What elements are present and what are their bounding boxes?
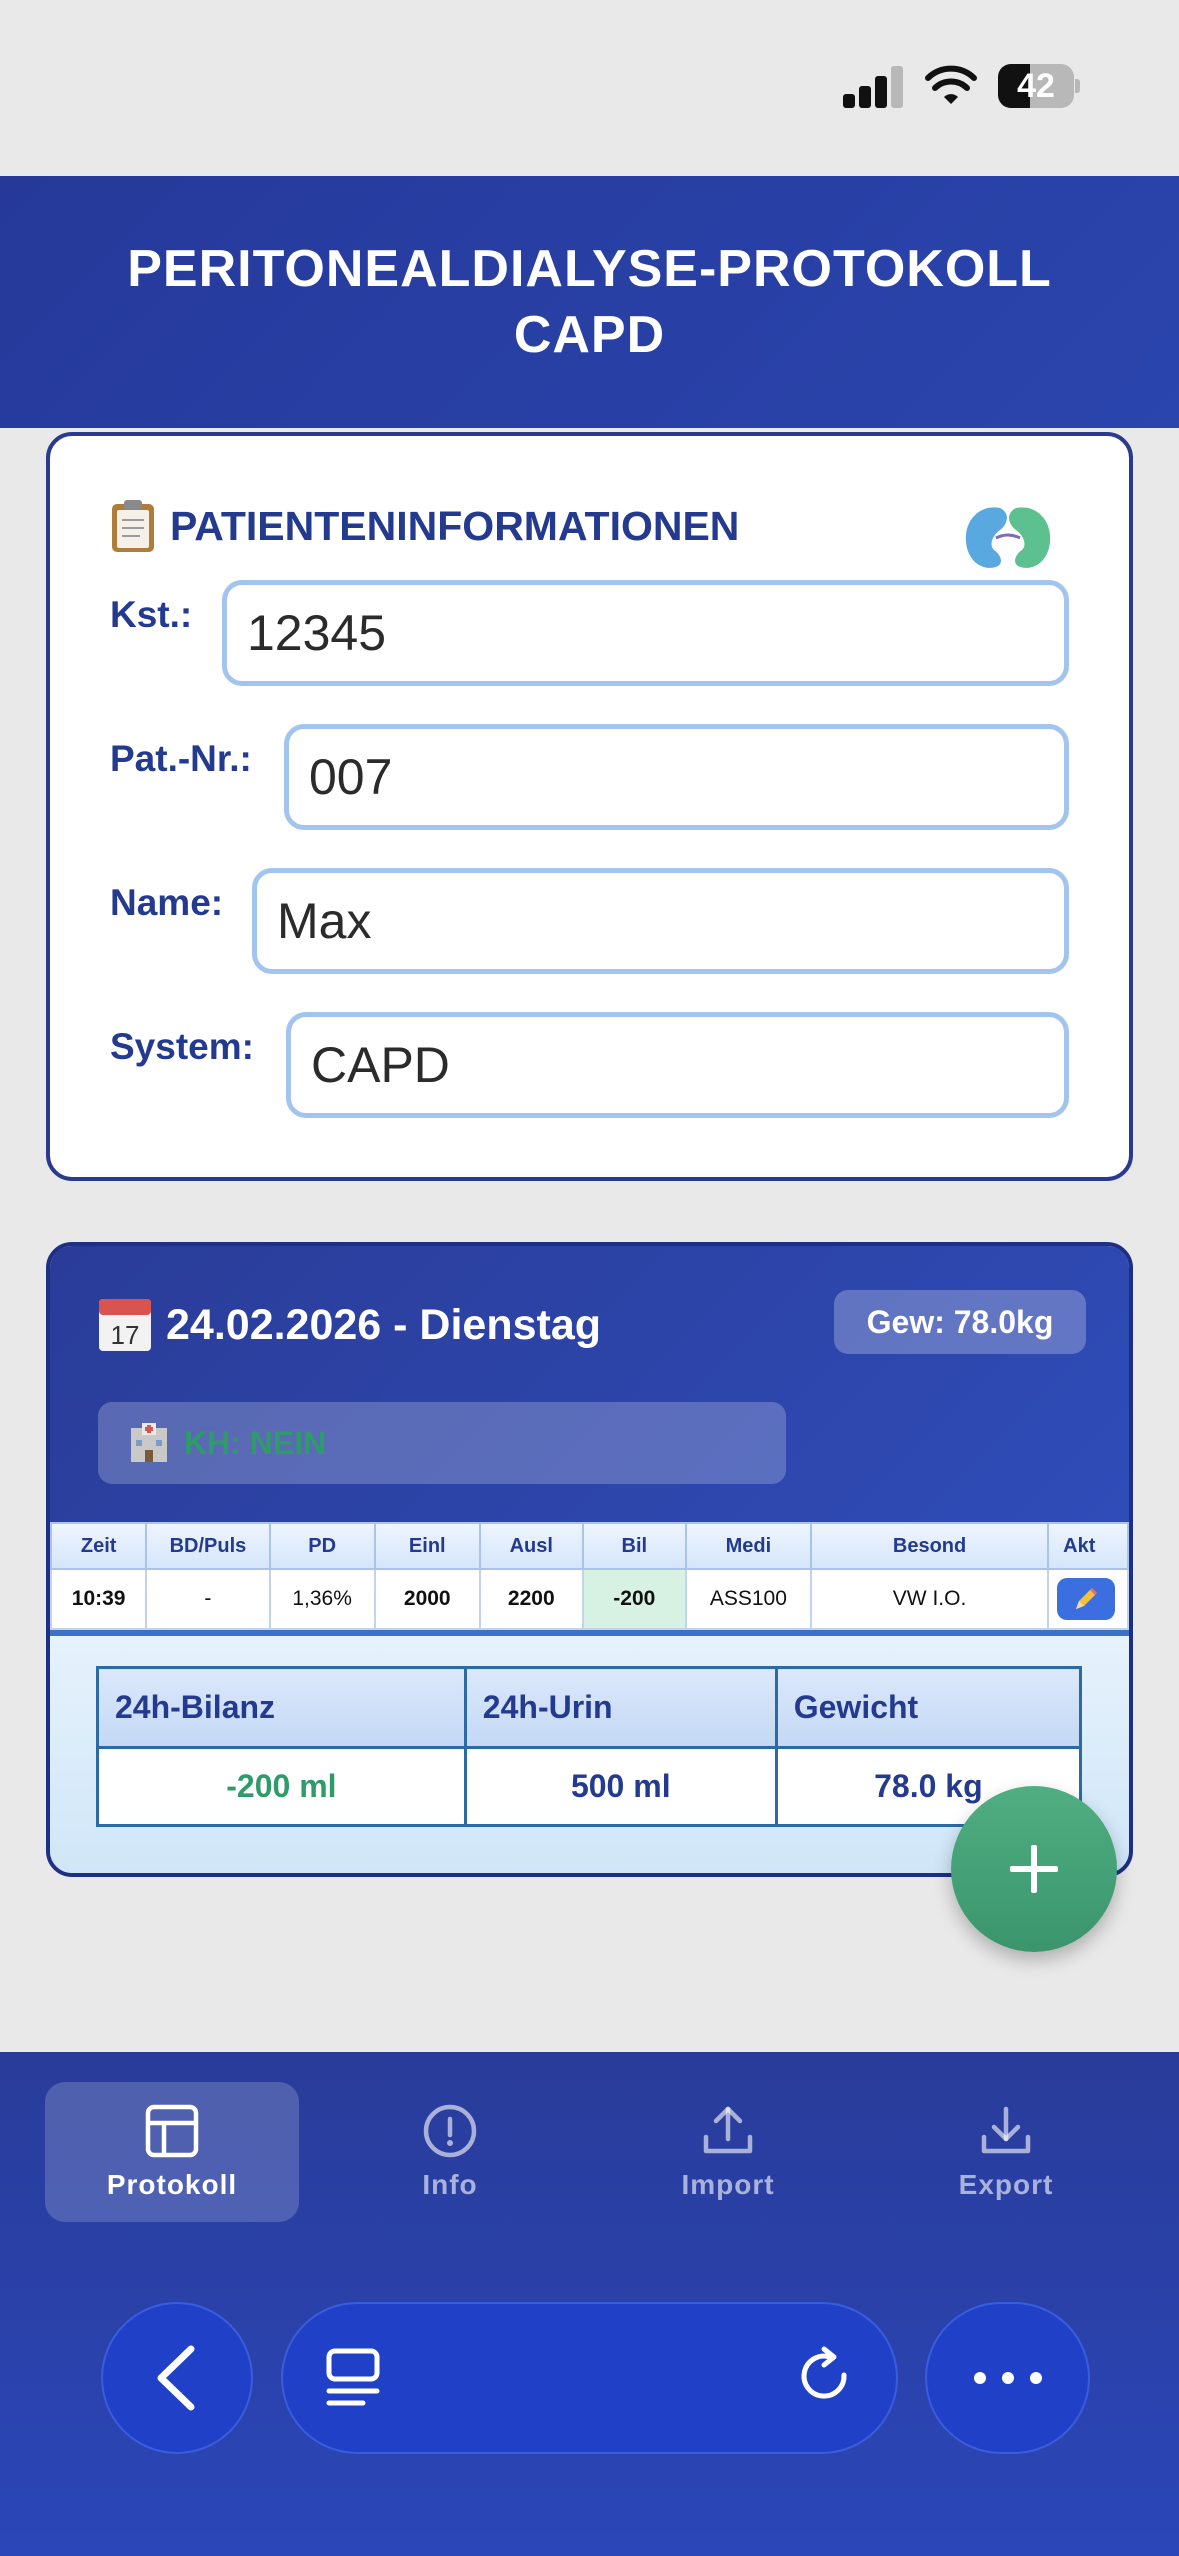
back-button[interactable] <box>101 2302 253 2454</box>
day-title: 17 24.02.2026 - Dienstag <box>98 1298 601 1352</box>
cell-besond: VW I.O. <box>809 1568 1050 1630</box>
table-row[interactable]: 10:39 - 1,36% 2000 2200 -200 ASS100 VW I… <box>50 1568 1129 1630</box>
patnr-input[interactable]: 007 <box>284 724 1069 830</box>
kidney-icon <box>965 507 1051 568</box>
edit-button[interactable] <box>1057 1578 1116 1620</box>
field-system-row: System: <box>110 1022 254 1068</box>
nav-item-protokoll[interactable]: Protokoll <box>45 2082 299 2222</box>
address-bar[interactable] <box>281 2302 898 2454</box>
cell-bd-puls: - <box>145 1568 271 1630</box>
weight-badge: Gew: 78.0kg <box>834 1290 1086 1354</box>
kh-status-text: KH: NEIN <box>184 1424 327 1461</box>
chevron-left-icon <box>157 2345 195 2411</box>
page-title: PERITONEALDIALYSE-PROTOKOLL CAPD <box>127 240 1052 364</box>
protocol-header-row: Zeit BD/Puls PD Einl Ausl Bil Medi Beson… <box>50 1522 1129 1570</box>
battery-icon: 42 <box>998 64 1080 108</box>
tabs-icon <box>326 2348 380 2406</box>
col-header: Zeit <box>50 1522 148 1570</box>
upload-icon <box>703 2106 753 2154</box>
protocol-table: Zeit BD/Puls PD Einl Ausl Bil Medi Beson… <box>50 1522 1129 1630</box>
cell-bil: -200 <box>581 1568 687 1630</box>
nav-label-protokoll: Protokoll <box>106 2169 238 2200</box>
col-header: Bil <box>581 1522 687 1570</box>
summary-value-bilanz: -200 ml <box>96 1746 467 1827</box>
nav-label-export: Export <box>958 2169 1054 2200</box>
col-header: Einl <box>373 1522 481 1570</box>
field-patnr-label: Pat.-Nr.: <box>110 738 252 779</box>
summary-table: 24h-Bilanz 24h-Urin Gewicht -200 ml 500 … <box>96 1666 1083 1827</box>
calendar-icon: 17 <box>99 1299 151 1351</box>
col-header: Medi <box>684 1522 812 1570</box>
app-header: PERITONEALDIALYSE-PROTOKOLL CAPD <box>0 176 1179 428</box>
clipboard-icon <box>112 500 154 552</box>
col-header: Akt <box>1047 1522 1129 1570</box>
pencil-icon <box>1076 1588 1098 1609</box>
summary-header-gewicht: Gewicht <box>774 1666 1083 1749</box>
status-bar: 42 <box>0 0 1179 176</box>
system-input[interactable]: CAPD <box>286 1012 1069 1118</box>
field-name-row: Name: <box>110 878 223 924</box>
patient-section-title: PATIENTENINFORMATIONEN <box>170 502 740 549</box>
more-button[interactable] <box>925 2302 1090 2454</box>
field-system-label: System: <box>110 1026 254 1067</box>
nav-item-export[interactable]: Export <box>879 2082 1133 2222</box>
cell-ausl: 2200 <box>478 1568 584 1630</box>
patient-section-header: PATIENTENINFORMATIONEN <box>110 498 739 554</box>
kh-status-field[interactable]: KH: NEIN <box>98 1402 786 1484</box>
cellular-signal-icon <box>843 64 905 108</box>
col-header: Ausl <box>478 1522 584 1570</box>
nav-label-import: Import <box>681 2169 775 2200</box>
cell-einl: 2000 <box>373 1568 481 1630</box>
nav-item-import[interactable]: Import <box>601 2082 855 2222</box>
more-icon <box>973 2372 1042 2384</box>
summary-header-bilanz: 24h-Bilanz <box>96 1666 467 1749</box>
info-icon <box>423 2104 477 2158</box>
field-kst-row: Kst.: <box>110 590 192 636</box>
col-header: Besond <box>809 1522 1050 1570</box>
day-card: 17 24.02.2026 - Dienstag Gew: 78.0kg KH:… <box>46 1242 1133 1877</box>
download-icon <box>981 2106 1031 2154</box>
name-input[interactable]: Max <box>252 868 1069 974</box>
field-name-label: Name: <box>110 882 224 923</box>
summary-value-urin: 500 ml <box>463 1746 778 1827</box>
wifi-icon <box>925 65 977 104</box>
hospital-icon <box>131 1423 167 1462</box>
patient-info-card: PATIENTENINFORMATIONEN Kst.: 12345 Pat.-… <box>46 432 1133 1181</box>
cell-pd: 1,36% <box>268 1568 376 1630</box>
cell-actions <box>1047 1568 1129 1630</box>
cell-zeit: 10:39 <box>50 1568 148 1630</box>
day-card-header: 17 24.02.2026 - Dienstag Gew: 78.0kg KH:… <box>50 1246 1129 1522</box>
nav-item-info[interactable]: Info <box>323 2082 577 2222</box>
col-header: BD/Puls <box>145 1522 271 1570</box>
kst-input[interactable]: 12345 <box>222 580 1069 686</box>
add-entry-button[interactable] <box>951 1786 1117 1952</box>
summary-header-urin: 24h-Urin <box>463 1666 778 1749</box>
day-date-title: 24.02.2026 - Dienstag <box>166 1300 602 1349</box>
col-header: PD <box>268 1522 376 1570</box>
svg-text:17: 17 <box>111 1320 140 1350</box>
nav-label-info: Info <box>422 2169 478 2200</box>
field-kst-label: Kst.: <box>110 594 193 635</box>
plus-icon <box>1010 1845 1058 1893</box>
battery-level: 42 <box>1017 67 1055 105</box>
cell-medi: ASS100 <box>684 1568 812 1630</box>
table-icon <box>145 2104 199 2158</box>
field-patnr-row: Pat.-Nr.: <box>110 734 252 780</box>
reload-icon[interactable] <box>796 2345 856 2411</box>
bottom-bar: Protokoll Info Import Export <box>0 2052 1179 2556</box>
